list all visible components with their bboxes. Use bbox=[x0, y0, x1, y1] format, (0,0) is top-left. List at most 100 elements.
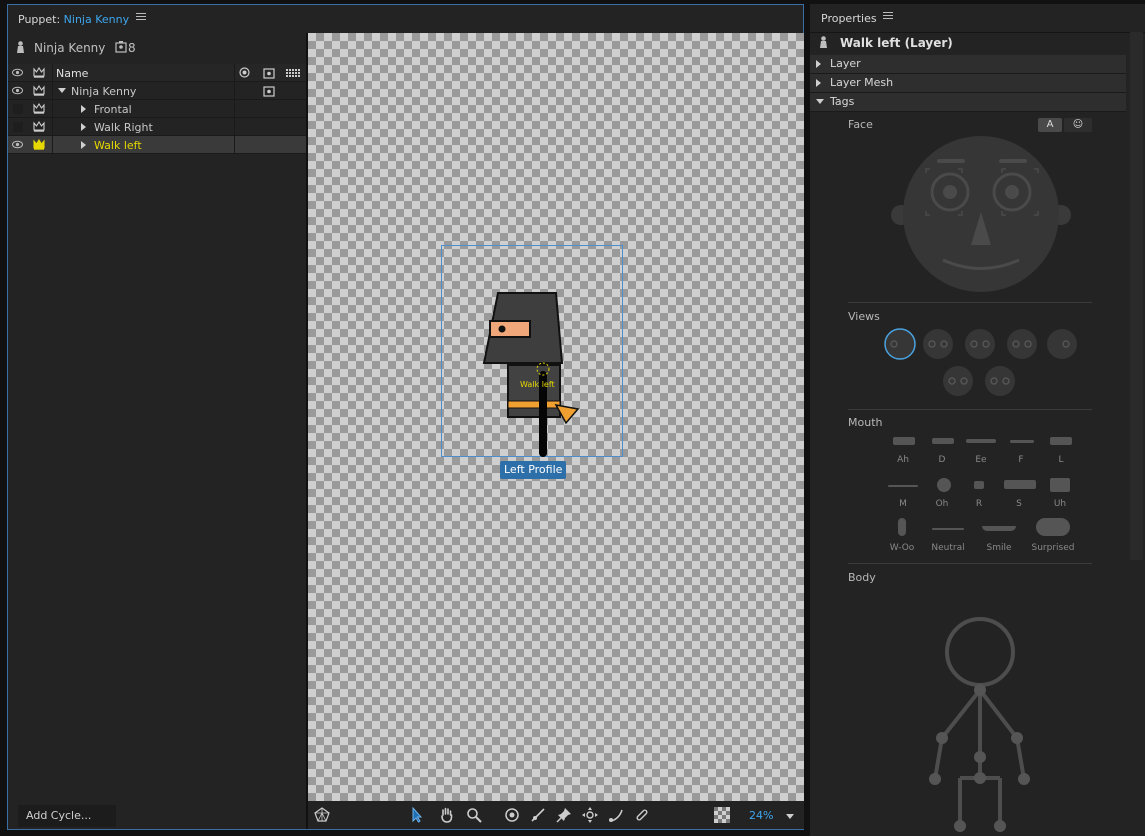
layer-name: Walk Right bbox=[94, 121, 153, 134]
add-cycle-button[interactable]: Add Cycle... bbox=[18, 805, 116, 827]
visibility-column-icon bbox=[12, 68, 23, 77]
section-tags[interactable]: Tags bbox=[810, 93, 1126, 112]
body-tag-diagram[interactable] bbox=[922, 616, 1042, 836]
views-label: Views bbox=[848, 310, 880, 323]
section-layer[interactable]: Layer bbox=[810, 55, 1126, 74]
canvas-toolbar: 24% bbox=[308, 801, 804, 829]
expand-icon[interactable] bbox=[81, 123, 86, 131]
panel-menu-icon[interactable] bbox=[136, 13, 146, 22]
hand-icon[interactable] bbox=[439, 807, 455, 823]
mouth-shape-uh[interactable] bbox=[1050, 478, 1070, 492]
puppet-title-prefix: Puppet: bbox=[18, 13, 61, 26]
zoom-level[interactable]: 24% bbox=[749, 809, 773, 822]
puppet-count-icon bbox=[115, 41, 127, 53]
mouth-shape-r[interactable] bbox=[974, 481, 984, 489]
layer-row-walk-left[interactable]: Walk left bbox=[8, 136, 306, 154]
layer-name: Walk left bbox=[94, 139, 142, 152]
layer-overlay-label: Walk left bbox=[520, 380, 555, 389]
layer-row-frontal[interactable]: Frontal bbox=[8, 100, 306, 118]
puppet-panel: Puppet: Ninja Kenny Ninja Kenny 8 Name N… bbox=[7, 4, 804, 830]
properties-title: Properties bbox=[821, 12, 877, 25]
mouth-shape-l[interactable] bbox=[1050, 437, 1072, 445]
mouth-shape-d[interactable] bbox=[932, 438, 954, 444]
mouth-shape-neutral[interactable] bbox=[932, 528, 964, 530]
face-text-mode-button[interactable]: A bbox=[1038, 118, 1062, 132]
stretch-icon[interactable] bbox=[634, 807, 650, 823]
eye-icon[interactable] bbox=[12, 140, 23, 149]
properties-scrollbar[interactable] bbox=[1130, 32, 1143, 560]
name-column-header[interactable]: Name bbox=[56, 67, 88, 80]
crown-icon[interactable] bbox=[33, 103, 45, 114]
mouth-shape-f[interactable] bbox=[1010, 440, 1034, 443]
expand-icon[interactable] bbox=[816, 60, 821, 68]
properties-panel: Properties Walk left (Layer) Layer Layer… bbox=[810, 4, 1145, 836]
view-selector[interactable] bbox=[882, 326, 1082, 398]
select-arrow-icon[interactable] bbox=[409, 807, 425, 823]
expand-icon[interactable] bbox=[81, 141, 86, 149]
mouth-label-l: L bbox=[1058, 455, 1064, 465]
section-title: Tags bbox=[830, 95, 855, 108]
origin-icon[interactable] bbox=[504, 807, 520, 823]
eye-icon[interactable] bbox=[12, 86, 23, 95]
dragger-icon[interactable] bbox=[582, 807, 598, 823]
puppet-count: 8 bbox=[128, 41, 136, 55]
crown-icon[interactable] bbox=[33, 121, 45, 132]
layer-row-walk-right[interactable]: Walk Right bbox=[8, 118, 306, 136]
layer-row-ninja-kenny[interactable]: Ninja Kenny bbox=[8, 82, 306, 100]
layer-list-header: Name bbox=[8, 64, 306, 82]
properties-selection: Walk left (Layer) bbox=[810, 32, 1130, 54]
mouth-shape-ah[interactable] bbox=[893, 437, 915, 445]
puppet-panel-title: Puppet: Ninja Kenny bbox=[18, 13, 129, 26]
expand-icon[interactable] bbox=[816, 79, 821, 87]
zoom-icon[interactable] bbox=[466, 807, 482, 823]
mouth-shape-w-oo[interactable] bbox=[898, 518, 906, 536]
mouth-shape-m[interactable] bbox=[888, 485, 918, 487]
record-column-icon bbox=[239, 67, 250, 78]
puppet-panel-header: Puppet: Ninja Kenny bbox=[8, 5, 803, 34]
section-title: Layer bbox=[830, 57, 861, 70]
properties-panel-header: Properties bbox=[810, 4, 1145, 33]
mouth-shape-s[interactable] bbox=[1004, 480, 1036, 489]
section-layer-mesh[interactable]: Layer Mesh bbox=[810, 74, 1126, 93]
bend-icon[interactable] bbox=[608, 807, 624, 823]
puppet-name-row: Ninja Kenny 8 bbox=[8, 33, 306, 61]
visibility-toggle[interactable] bbox=[13, 104, 23, 114]
crown-icon[interactable] bbox=[33, 139, 45, 150]
collapse-icon[interactable] bbox=[58, 88, 66, 93]
face-label: Face bbox=[848, 118, 873, 131]
mouth-shape-surprised[interactable] bbox=[1036, 518, 1070, 536]
handle-column-icon bbox=[263, 68, 275, 79]
puppet-icon bbox=[820, 36, 827, 48]
layer-name: Ninja Kenny bbox=[71, 85, 137, 98]
face-icon-mode-button[interactable]: ☺ bbox=[1064, 118, 1092, 132]
zoom-dropdown-icon[interactable] bbox=[786, 814, 794, 819]
mesh-icon[interactable] bbox=[314, 807, 330, 823]
view-left-profile[interactable] bbox=[884, 328, 916, 360]
layer-list: Ninja Kenny 8 Name Ninja Kenny Frontal W… bbox=[8, 33, 306, 829]
crown-icon[interactable] bbox=[33, 85, 45, 96]
properties-menu-icon[interactable] bbox=[883, 12, 893, 21]
handle-icon[interactable] bbox=[263, 85, 275, 97]
mouth-label-smile: Smile bbox=[986, 543, 1012, 553]
visibility-toggle[interactable] bbox=[13, 122, 23, 132]
section-title: Layer Mesh bbox=[830, 76, 894, 89]
pin-icon[interactable] bbox=[556, 807, 572, 823]
mouth-label-neutral: Neutral bbox=[931, 543, 965, 553]
transparency-grid-icon[interactable] bbox=[714, 807, 730, 823]
puppet-canvas[interactable]: Walk left Left Profile bbox=[308, 33, 804, 801]
mouth-shape-ee[interactable] bbox=[966, 439, 996, 443]
selection-name: Walk left (Layer) bbox=[840, 36, 953, 50]
puppet-name: Ninja Kenny bbox=[34, 41, 106, 55]
mouth-label-surprised: Surprised bbox=[1031, 543, 1075, 553]
left-profile-tag[interactable]: Left Profile bbox=[500, 461, 567, 479]
mouth-shape-smile[interactable] bbox=[982, 526, 1016, 531]
expand-icon[interactable] bbox=[81, 105, 86, 113]
grid-column-icon bbox=[286, 69, 300, 77]
stick-icon[interactable] bbox=[530, 807, 546, 823]
face-tag-diagram[interactable] bbox=[890, 135, 1072, 295]
collapse-icon[interactable] bbox=[816, 99, 824, 104]
mouth-shape-oh[interactable] bbox=[937, 478, 951, 492]
puppet-icon bbox=[17, 41, 24, 53]
mouth-label-uh: Uh bbox=[1053, 499, 1067, 509]
mouth-label-w-oo: W-Oo bbox=[889, 543, 915, 553]
